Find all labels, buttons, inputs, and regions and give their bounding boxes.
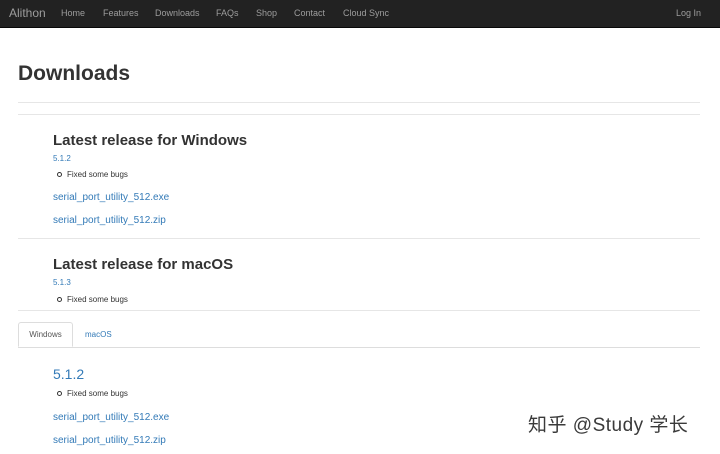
nav-item-faqs[interactable]: FAQs (216, 8, 239, 18)
release-divider (18, 238, 700, 239)
nav-item-features[interactable]: Features (103, 8, 139, 18)
windows-exe-download-link[interactable]: serial_port_utility_512.exe (53, 192, 169, 203)
tab-panel-exe-download-link[interactable]: serial_port_utility_512.exe (53, 412, 169, 423)
macos-release-note: Fixed some bugs (57, 295, 128, 304)
login-link[interactable]: Log In (676, 8, 701, 18)
windows-release-note: Fixed some bugs (57, 170, 128, 179)
windows-note-text: Fixed some bugs (67, 170, 128, 179)
nav-item-contact[interactable]: Contact (294, 8, 325, 18)
watermark: 知乎 @Study 学长 (528, 415, 689, 436)
tabs-baseline (18, 347, 700, 348)
nav-item-downloads[interactable]: Downloads (155, 8, 200, 18)
tab-panel-version-link[interactable]: 5.1.2 (53, 366, 84, 382)
title-divider (18, 102, 700, 103)
navbar: Alithon Home Features Downloads FAQs Sho… (0, 0, 720, 28)
page-title: Downloads (18, 62, 131, 85)
bullet-icon (57, 172, 62, 177)
tab-windows[interactable]: Windows (18, 322, 73, 347)
tabs-top-divider (18, 310, 700, 311)
macos-release-heading: Latest release for macOS (53, 256, 234, 273)
tab-panel-zip-download-link[interactable]: serial_port_utility_512.zip (53, 435, 166, 446)
nav-item-shop[interactable]: Shop (256, 8, 277, 18)
nav-item-home[interactable]: Home (61, 8, 85, 18)
macos-version-link[interactable]: 5.1.3 (53, 278, 71, 287)
windows-zip-download-link[interactable]: serial_port_utility_512.zip (53, 215, 166, 226)
tab-panel-note-text: Fixed some bugs (67, 389, 128, 398)
brand-logo[interactable]: Alithon (9, 6, 46, 20)
macos-note-text: Fixed some bugs (67, 295, 128, 304)
tab-macos[interactable]: macOS (85, 330, 112, 339)
bullet-icon (57, 391, 62, 396)
windows-release-heading: Latest release for Windows (53, 132, 248, 149)
windows-version-link[interactable]: 5.1.2 (53, 154, 71, 163)
nav-item-cloud-sync[interactable]: Cloud Sync (343, 8, 389, 18)
tab-panel-note: Fixed some bugs (57, 389, 128, 398)
bullet-icon (57, 297, 62, 302)
section-divider (18, 114, 700, 115)
